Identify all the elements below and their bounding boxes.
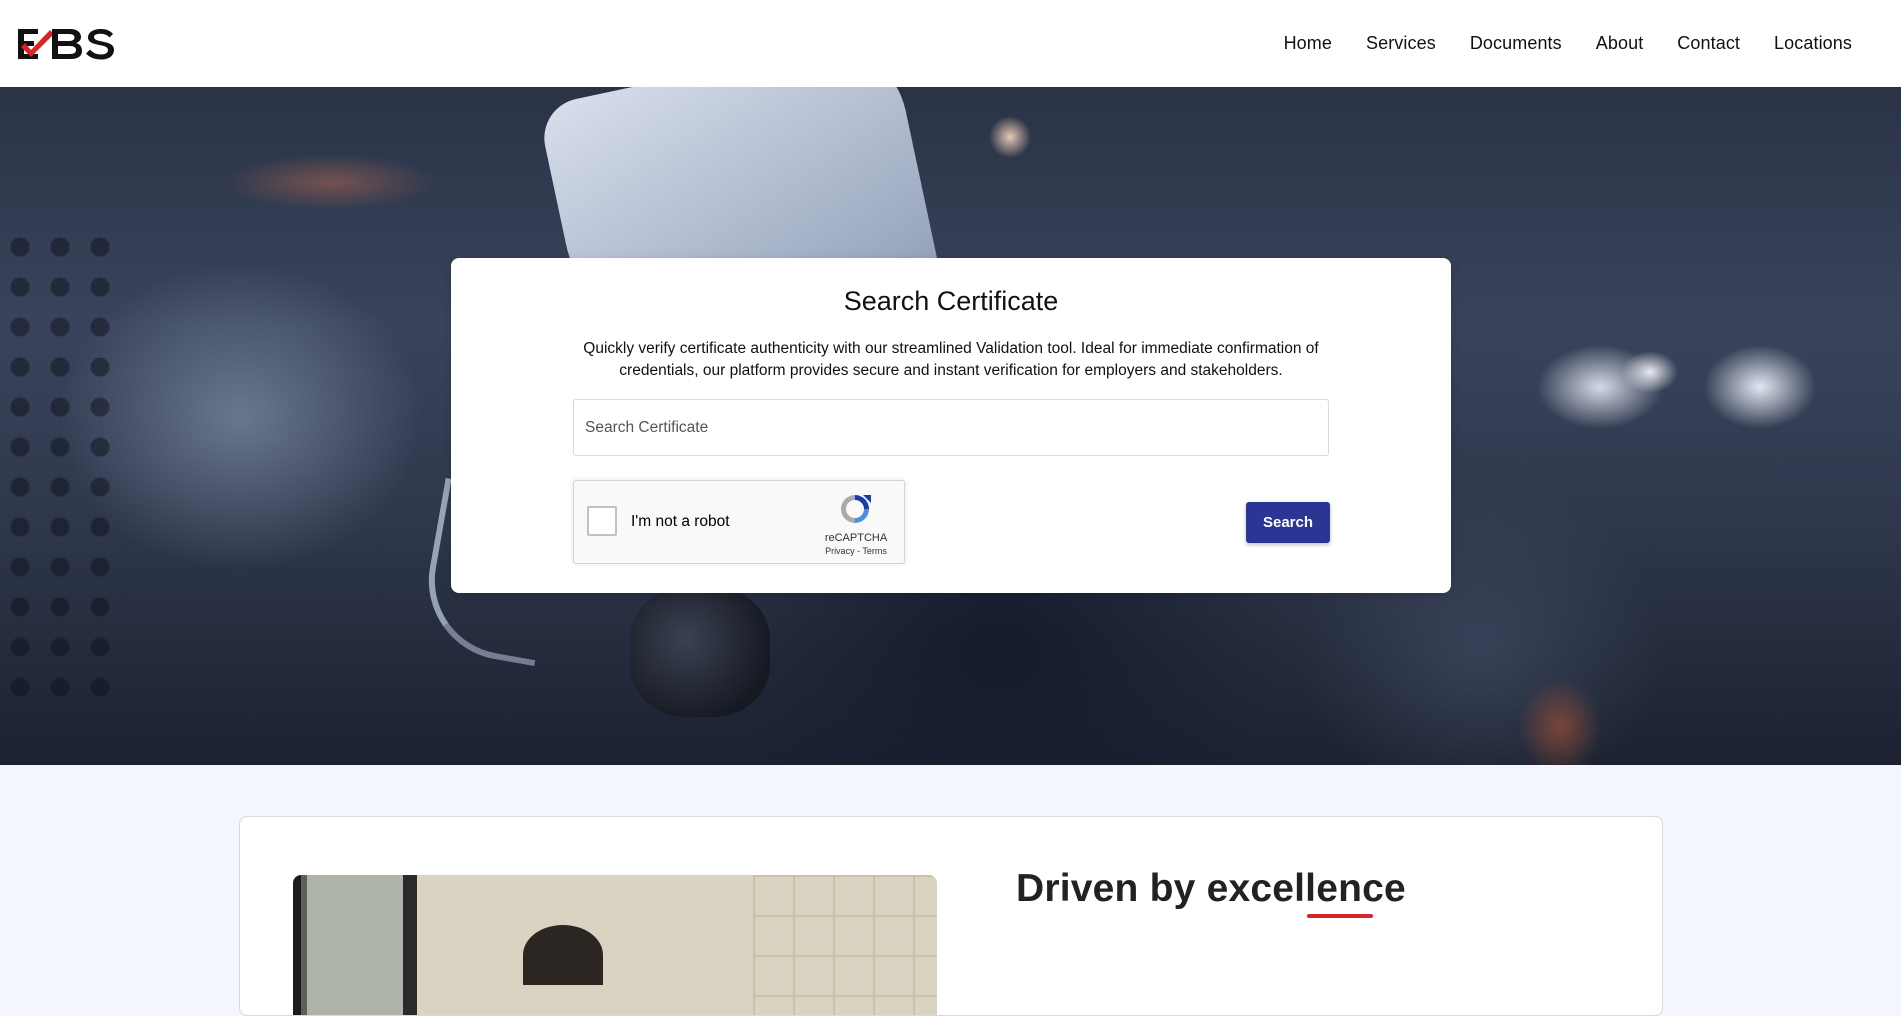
about-title: Driven by excellence (1016, 867, 1406, 910)
ebs-logo[interactable] (16, 24, 116, 64)
site-header: Home Services Documents About Contact Lo… (0, 0, 1901, 87)
about-title-underline (1307, 914, 1373, 918)
about-image (293, 875, 937, 1015)
hero-decor-dots (0, 227, 120, 707)
recaptcha-links: Privacy - Terms (814, 546, 898, 556)
ebs-logo-icon (18, 28, 114, 59)
about-image-shelves (753, 875, 937, 1015)
recaptcha-logo-icon (841, 495, 871, 523)
recaptcha-terms-link[interactable]: Terms (862, 546, 887, 556)
main-nav: Home Services Documents About Contact Lo… (1267, 33, 1869, 54)
nav-home[interactable]: Home (1267, 33, 1349, 54)
about-image-person (523, 925, 603, 985)
recaptcha-label: I'm not a robot (631, 513, 730, 530)
search-title: Search Certificate (843, 286, 1059, 316)
nav-about[interactable]: About (1579, 33, 1661, 54)
nav-documents[interactable]: Documents (1453, 33, 1579, 54)
nav-services[interactable]: Services (1349, 33, 1453, 54)
nav-contact[interactable]: Contact (1660, 33, 1757, 54)
hero-decor-joint (630, 587, 770, 717)
recaptcha-checkbox[interactable] (587, 506, 617, 536)
recaptcha-brand: reCAPTCHA (824, 532, 888, 544)
nav-locations[interactable]: Locations (1757, 33, 1869, 54)
search-certificate-input[interactable] (573, 399, 1329, 456)
search-button[interactable]: Search (1246, 502, 1330, 543)
search-certificate-card: Search Certificate Quickly verify certif… (451, 258, 1451, 593)
recaptcha-widget: I'm not a robot reCAPTCHA Privacy - Term… (573, 480, 905, 564)
search-description: Quickly verify certificate authenticity … (583, 340, 1319, 379)
recaptcha-privacy-link[interactable]: Privacy (825, 546, 855, 556)
about-card: Driven by excellence (239, 816, 1663, 1016)
